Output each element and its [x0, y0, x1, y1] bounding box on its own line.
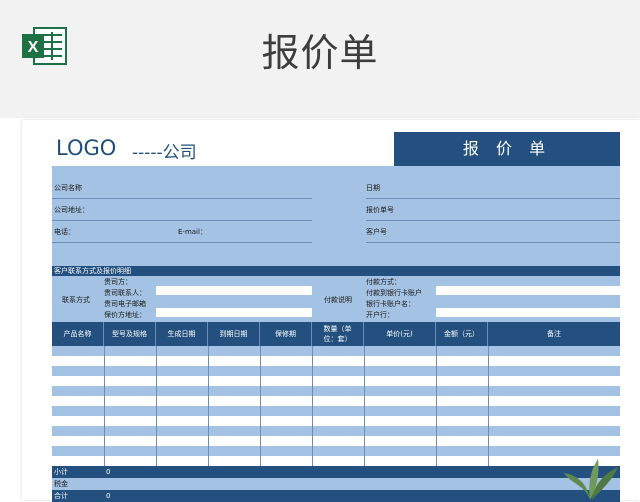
bank-account-field[interactable] — [436, 286, 620, 295]
document-title: 报 价 单 — [394, 132, 620, 166]
plant-decoration — [564, 459, 618, 500]
column-divider — [364, 346, 365, 466]
phone-label: 电话： — [54, 228, 75, 236]
date-label: 日期 — [366, 184, 380, 192]
table-row[interactable] — [52, 386, 620, 396]
your-side-label: 贵司方： — [104, 278, 132, 286]
table-row[interactable] — [52, 426, 620, 436]
table-row[interactable] — [52, 366, 620, 376]
table-row[interactable] — [52, 406, 620, 416]
spreadsheet-preview: LOGO -----公司 报 价 单 公司名称 公司地址： 电话： E-mail… — [22, 120, 640, 502]
column-divider — [436, 346, 437, 466]
column-divider — [312, 346, 313, 466]
divider — [52, 242, 312, 243]
table-header: 产品名称 型号及规格 生成日期 到期日期 保修期 数量（单位：套） 单价(元) … — [52, 322, 620, 346]
info-section: 公司名称 公司地址： 电话： E-mail： 日期 报价单号 客户号 — [52, 166, 620, 266]
payment-label: 付款说明 — [324, 296, 352, 304]
table-row[interactable] — [52, 396, 620, 406]
total-value: 0 — [106, 492, 111, 500]
tax-row: 税金 — [52, 478, 620, 490]
contact-section: 联系方式 贵司方： 贵司联系人： 贵司电子邮箱 保价方地址： 付款说明 付款方式… — [52, 276, 620, 322]
table-row[interactable] — [52, 416, 620, 426]
contact-person-field[interactable] — [156, 286, 312, 295]
table-row[interactable] — [52, 446, 620, 456]
divider — [366, 198, 620, 199]
column-header: 保修期 — [260, 322, 312, 346]
total-label: 合计 — [54, 492, 68, 500]
bank-account-label: 付款到银行卡账户 — [366, 289, 422, 297]
page-title: 报价单 — [261, 31, 379, 75]
column-header: 备注 — [547, 330, 561, 338]
column-divider — [156, 346, 157, 466]
address-field[interactable] — [156, 308, 312, 317]
table-body — [52, 346, 620, 466]
column-header: 数量（单位：套） — [312, 322, 364, 346]
customer-no-label: 客户号 — [366, 228, 387, 236]
title-banner: X 报价单 — [0, 0, 640, 118]
company-address-label: 公司地址： — [54, 206, 89, 214]
column-header: 金额（元） — [436, 322, 488, 346]
logo: LOGO — [56, 136, 117, 160]
sheet-header: LOGO -----公司 报 价 单 — [52, 132, 620, 166]
table-row[interactable] — [52, 346, 620, 356]
column-divider — [260, 346, 261, 466]
our-address-label: 保价方地址： — [104, 311, 146, 319]
column-header: 产品名称 — [52, 322, 104, 346]
table-row[interactable] — [52, 356, 620, 366]
table-row[interactable] — [52, 456, 620, 466]
quote-no-label: 报价单号 — [366, 206, 394, 214]
bank-field[interactable] — [436, 308, 620, 317]
divider — [52, 198, 312, 199]
divider — [52, 220, 312, 221]
divider — [366, 220, 620, 221]
company-name: -----公司 — [132, 143, 197, 163]
subtotal-row: 小计 0 — [52, 466, 620, 478]
contact-person-label: 贵司联系人： — [104, 289, 146, 297]
tax-label: 税金 — [54, 480, 68, 488]
column-header: 单价(元) — [364, 322, 436, 346]
table-row[interactable] — [52, 436, 620, 446]
section-title: 客户联系方式及报价明细 — [52, 266, 620, 276]
email-label: E-mail： — [178, 228, 207, 236]
column-header: 生成日期 — [156, 322, 208, 346]
column-divider — [488, 346, 489, 466]
column-header: 到期日期 — [208, 322, 260, 346]
subtotal-value: 0 — [106, 468, 111, 476]
total-row: 合计 0 — [52, 490, 620, 502]
column-divider — [104, 346, 105, 466]
bank-label: 开户行： — [366, 311, 394, 319]
contact-label: 联系方式 — [62, 296, 90, 304]
divider — [366, 242, 620, 243]
account-name-label: 银行卡账户名： — [366, 300, 415, 308]
company-name-label: 公司名称 — [54, 184, 82, 192]
email-label: 贵司电子邮箱 — [104, 300, 146, 308]
column-divider — [208, 346, 209, 466]
table-row[interactable] — [52, 376, 620, 386]
subtotal-label: 小计 — [54, 468, 68, 476]
column-header: 型号及规格 — [104, 322, 156, 346]
payment-method-label: 付款方式： — [366, 278, 401, 286]
